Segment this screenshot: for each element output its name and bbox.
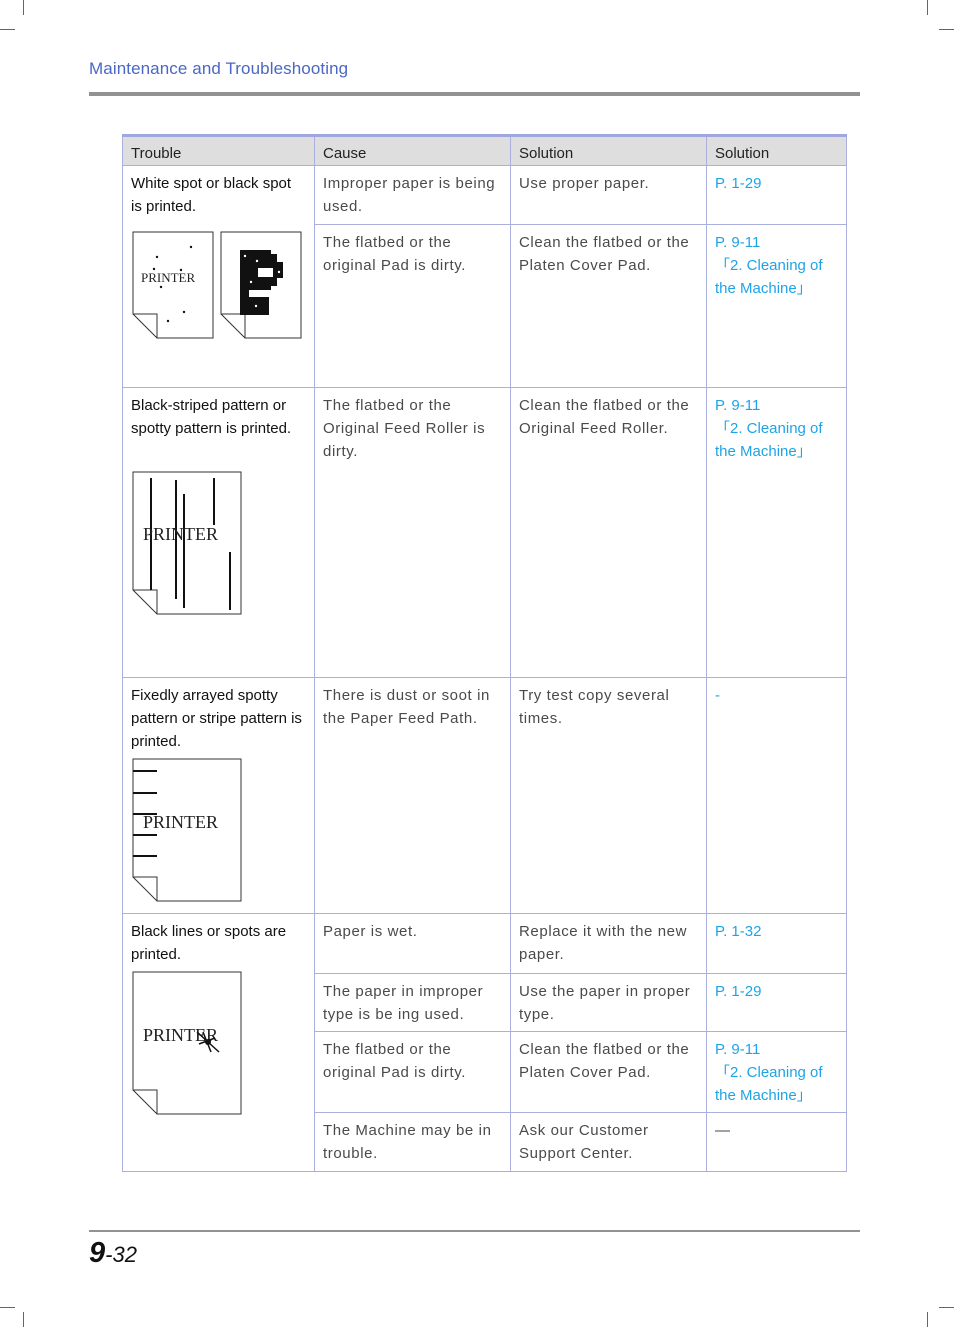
table-header-row: Trouble Cause Solution Solution <box>122 135 847 166</box>
trouble-text: Black-striped pattern or spotty pattern … <box>131 397 292 437</box>
cause-cell: The Machine may be in trouble. <box>314 1112 511 1172</box>
page-reference-link[interactable]: P. 1-29 <box>715 980 838 1003</box>
cause-cell: The flatbed or the Original Feed Roller … <box>314 387 511 678</box>
reference-cell: P. 9-11 「2. Cleaning of the Machine」 <box>706 224 847 388</box>
crop-mark <box>0 1307 15 1308</box>
solution-cell: Clean the flatbed or the Platen Cover Pa… <box>510 224 707 388</box>
section-title: Maintenance and Troubleshooting <box>89 59 349 78</box>
solution-cell: Clean the flatbed or the Platen Cover Pa… <box>510 1031 707 1113</box>
footer-divider <box>89 1230 860 1232</box>
section-reference-link[interactable]: 「2. Cleaning of <box>715 254 838 277</box>
trouble-text: Fixedly arrayed spotty pattern or stripe… <box>131 687 302 750</box>
troubleshooting-table-container: Trouble Cause Solution Solution White sp… <box>122 134 847 1172</box>
arrayed-stripe-illustration: PRINTER <box>132 758 242 902</box>
reference-cell: P. 1-32 <box>706 913 847 974</box>
page-reference-link[interactable]: P. 9-11 <box>715 394 838 417</box>
crop-mark <box>0 29 15 30</box>
page-reference-link[interactable]: P. 9-11 <box>715 231 838 254</box>
cause-cell: Paper is wet. <box>314 913 511 974</box>
page-in-chapter: -32 <box>105 1242 137 1267</box>
cause-cell: The flatbed or the original Pad is dirty… <box>314 1031 511 1113</box>
trouble-cell: Fixedly arrayed spotty pattern or stripe… <box>122 677 315 914</box>
page-number: 9-32 <box>89 1237 137 1270</box>
reference-none: - <box>715 687 720 704</box>
reference-cell: P. 9-11 「2. Cleaning of the Machine」 <box>706 387 847 678</box>
cause-cell: The paper in improper type is be ing use… <box>314 973 511 1032</box>
reference-cell: — <box>706 1112 847 1172</box>
section-reference-link[interactable]: the Machine」 <box>715 440 838 463</box>
trouble-cell: White spot or black spot is printed. PRI… <box>122 165 315 388</box>
troubleshooting-table: Trouble Cause Solution Solution White sp… <box>122 134 847 1172</box>
cause-cell: The flatbed or the original Pad is dirty… <box>314 224 511 388</box>
section-reference-link[interactable]: the Machine」 <box>715 277 838 300</box>
trouble-cell: Black lines or spots are printed. PRINTE… <box>122 913 315 1172</box>
printer-text: PRINTER <box>143 812 218 832</box>
section-reference-link[interactable]: the Machine」 <box>715 1084 838 1107</box>
printer-text: PRINTER <box>143 524 218 544</box>
solution-cell: Use the paper in proper type. <box>510 973 707 1032</box>
crop-mark <box>939 29 954 30</box>
crop-mark <box>939 1307 954 1308</box>
reference-none: — <box>715 1122 730 1139</box>
column-header-trouble: Trouble <box>122 135 315 166</box>
trouble-text: White spot or black spot is printed. <box>131 175 292 215</box>
column-header-solution: Solution <box>510 135 707 166</box>
cause-cell: Improper paper is being used. <box>314 165 511 225</box>
section-reference-link[interactable]: 「2. Cleaning of <box>715 417 838 440</box>
column-header-reference: Solution <box>706 135 847 166</box>
black-lines-spots-illustration: PRINTER <box>132 971 242 1115</box>
chapter-number: 9 <box>89 1237 106 1269</box>
page-reference-link[interactable]: P. 1-32 <box>715 920 838 943</box>
table-row: White spot or black spot is printed. PRI… <box>122 165 847 388</box>
reference-cell: P. 1-29 <box>706 165 847 225</box>
trouble-cell: Black-striped pattern or spotty pattern … <box>122 387 315 678</box>
solution-cell: Clean the flatbed or the Original Feed R… <box>510 387 707 678</box>
printer-text: PRINTER <box>141 270 196 285</box>
white-black-spot-illustration: PRINTER <box>132 231 302 339</box>
page-reference-link[interactable]: P. 9-11 <box>715 1038 838 1061</box>
solution-cell: Use proper paper. <box>510 165 707 225</box>
reference-cell: - <box>706 677 847 914</box>
crop-mark <box>23 1312 24 1327</box>
solution-cell: Try test copy several times. <box>510 677 707 914</box>
trouble-text: Black lines or spots are printed. <box>131 923 287 963</box>
section-reference-link[interactable]: 「2. Cleaning of <box>715 1061 838 1084</box>
crop-mark <box>927 0 928 15</box>
spot-page-icon: PRINTER <box>132 231 214 339</box>
table-row: Black-striped pattern or spotty pattern … <box>122 387 847 678</box>
table-row: Fixedly arrayed spotty pattern or stripe… <box>122 677 847 914</box>
header-divider <box>89 92 860 96</box>
reference-cell: P. 1-29 <box>706 973 847 1032</box>
cause-cell: There is dust or soot in the Paper Feed … <box>314 677 511 914</box>
solution-cell: Ask our Customer Support Center. <box>510 1112 707 1172</box>
page-reference-link[interactable]: P. 1-29 <box>715 172 838 195</box>
solution-cell: Replace it with the new paper. <box>510 913 707 974</box>
striped-pattern-illustration: PRINTER <box>132 471 242 615</box>
crop-mark <box>927 1312 928 1327</box>
column-header-cause: Cause <box>314 135 511 166</box>
reference-cell: P. 9-11 「2. Cleaning of the Machine」 <box>706 1031 847 1113</box>
crop-mark <box>23 0 24 15</box>
black-p-page-icon <box>220 231 302 339</box>
table-row: Black lines or spots are printed. PRINTE… <box>122 913 847 1172</box>
